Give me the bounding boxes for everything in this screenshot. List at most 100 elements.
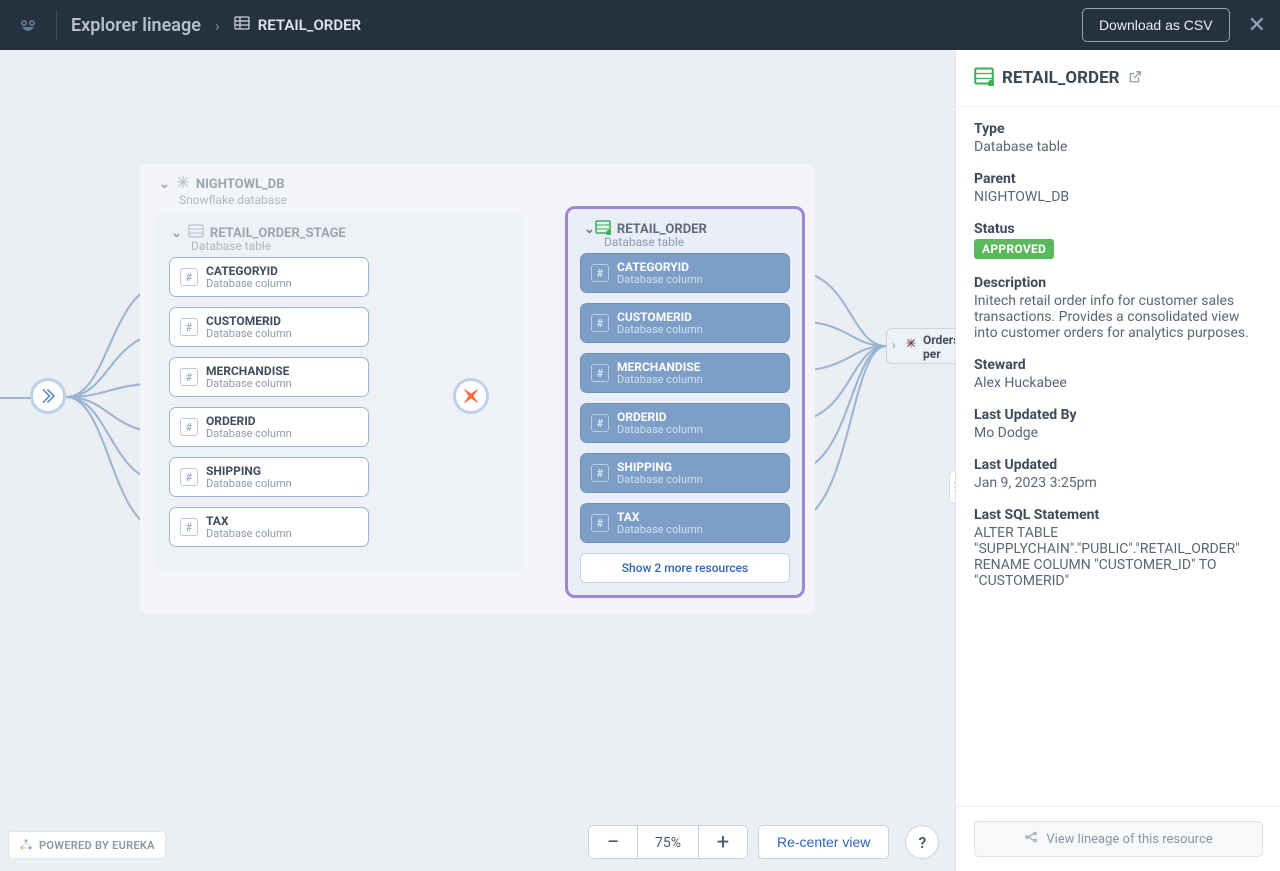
field-value-parent[interactable]: NIGHTOWL_DB <box>974 189 1262 205</box>
status-badge: APPROVED <box>974 239 1054 259</box>
field-label-description: Description <box>974 275 1262 291</box>
column-subtype: Database column <box>617 423 703 436</box>
tableau-icon <box>905 334 917 353</box>
column-subtype: Database column <box>206 527 292 540</box>
column-card[interactable]: # ORDERIDDatabase column <box>169 407 369 447</box>
column-subtype: Database column <box>206 377 292 390</box>
help-button[interactable]: ? <box>905 825 939 859</box>
field-value-updated: Jan 9, 2023 3:25pm <box>974 475 1262 491</box>
zoom-controls: − 75% + Re-center view ? <box>588 825 939 859</box>
chevron-down-icon[interactable]: ⌄ <box>171 226 182 241</box>
details-panel: RETAIL_ORDER Type Database table Parent NI… <box>955 50 1280 871</box>
eureka-logo-icon <box>19 838 33 852</box>
table-icon <box>974 66 994 90</box>
chevron-down-icon[interactable]: ⌄ <box>159 177 170 192</box>
column-type-icon: # <box>591 264 609 282</box>
column-type-icon: # <box>180 468 198 486</box>
field-label-updated-by: Last Updated By <box>974 407 1262 423</box>
column-card[interactable]: #TAXDatabase column <box>580 503 790 543</box>
field-label-parent: Parent <box>974 171 1262 187</box>
database-name[interactable]: NIGHTOWL_DB <box>196 177 285 192</box>
column-type-icon: # <box>180 418 198 436</box>
field-label-type: Type <box>974 121 1262 137</box>
transform-node[interactable] <box>453 378 489 414</box>
column-subtype: Database column <box>206 327 292 340</box>
lineage-canvas[interactable]: ⌄ NIGHTOWL_DB Snowflake database ⌄ RETAI… <box>0 50 955 871</box>
column-subtype: Database column <box>617 323 703 336</box>
column-type-icon: # <box>180 318 198 336</box>
column-card[interactable]: # CUSTOMERIDDatabase column <box>169 307 369 347</box>
field-value-type: Database table <box>974 139 1262 155</box>
column-name: ORDERID <box>617 410 703 424</box>
column-card[interactable]: # CATEGORYIDDatabase column <box>169 257 369 297</box>
column-type-icon: # <box>180 368 198 386</box>
column-name: ORDERID <box>206 414 292 428</box>
field-label-sql: Last SQL Statement <box>974 507 1262 523</box>
field-value-updated-by[interactable]: Mo Dodge <box>974 425 1262 441</box>
divider <box>56 10 57 40</box>
column-name: CUSTOMERID <box>617 310 703 324</box>
column-name: CATEGORYID <box>617 260 703 274</box>
field-value-sql: ALTER TABLE "SUPPLYCHAIN"."PUBLIC"."RETA… <box>974 525 1262 589</box>
column-type-icon: # <box>180 518 198 536</box>
show-more-button[interactable]: Show 2 more resources <box>580 553 790 583</box>
field-label-updated: Last Updated <box>974 457 1262 473</box>
column-type-icon: # <box>180 268 198 286</box>
column-card[interactable]: # CUSTOMERIDDatabase column <box>580 303 790 343</box>
stage-table-subtype: Database table <box>191 239 271 253</box>
column-type-icon: # <box>591 364 609 382</box>
column-subtype: Database column <box>617 473 703 486</box>
table-icon <box>234 15 250 35</box>
retail-table-subtype: Database table <box>604 235 684 249</box>
view-lineage-button[interactable]: View lineage of this resource <box>974 821 1263 857</box>
zoom-in-button[interactable]: + <box>698 825 748 859</box>
column-subtype: Database column <box>617 273 703 286</box>
database-subtype: Snowflake database <box>179 193 287 207</box>
chevron-right-icon: › <box>215 16 220 35</box>
column-card[interactable]: # CATEGORYIDDatabase column <box>580 253 790 293</box>
external-link-icon[interactable] <box>1128 69 1142 88</box>
column-name: SHIPPING <box>617 460 703 474</box>
close-icon[interactable]: ✕ <box>1248 13 1266 38</box>
field-label-steward: Steward <box>974 357 1262 373</box>
chevron-right-icon[interactable]: › <box>892 338 896 352</box>
download-csv-button[interactable]: Download as CSV <box>1082 8 1230 42</box>
column-card[interactable]: # SHIPPINGDatabase column <box>169 457 369 497</box>
column-name: TAX <box>617 510 703 524</box>
lineage-icon <box>1024 830 1038 848</box>
snowflake-icon <box>176 175 190 193</box>
column-name: MERCHANDISE <box>206 364 292 378</box>
breadcrumb-root[interactable]: Explorer lineage <box>71 15 201 36</box>
column-subtype: Database column <box>206 277 292 290</box>
field-value-description: Initech retail order info for customer s… <box>974 293 1262 341</box>
breadcrumb-resource[interactable]: RETAIL_ORDER <box>234 15 361 35</box>
app-logo-icon[interactable] <box>14 11 42 39</box>
field-value-steward[interactable]: Alex Huckabee <box>974 375 1262 391</box>
zoom-out-button[interactable]: − <box>588 825 638 859</box>
column-type-icon: # <box>591 464 609 482</box>
column-card[interactable]: #TAXDatabase column <box>169 507 369 547</box>
column-card[interactable]: # MERCHANDISEDatabase column <box>580 353 790 393</box>
recenter-button[interactable]: Re-center view <box>758 825 889 859</box>
top-bar: Explorer lineage › RETAIL_ORDER Download… <box>0 0 1280 50</box>
column-subtype: Database column <box>206 477 292 490</box>
column-subtype: Database column <box>206 427 292 440</box>
column-name: CATEGORYID <box>206 264 292 278</box>
column-name: MERCHANDISE <box>617 360 703 374</box>
column-name: SHIPPING <box>206 464 292 478</box>
column-card[interactable]: # MERCHANDISEDatabase column <box>169 357 369 397</box>
zoom-value: 75% <box>638 825 698 859</box>
source-node[interactable] <box>30 378 66 414</box>
column-card[interactable]: # SHIPPINGDatabase column <box>580 453 790 493</box>
column-type-icon: # <box>591 314 609 332</box>
chevron-down-icon[interactable]: ⌄ <box>584 222 595 237</box>
field-label-status: Status <box>974 221 1262 237</box>
column-subtype: Database column <box>617 373 703 386</box>
column-name: CUSTOMERID <box>206 314 292 328</box>
powered-by-badge: POWERED BY EUREKA <box>8 831 166 859</box>
retail-table-group[interactable]: ⌄ RETAIL_ORDER Database table #CATEGORYI… <box>565 206 805 598</box>
column-card[interactable]: # ORDERIDDatabase column <box>580 403 790 443</box>
column-subtype: Database column <box>617 523 703 536</box>
column-type-icon: # <box>591 414 609 432</box>
panel-title: RETAIL_ORDER <box>1002 68 1120 88</box>
